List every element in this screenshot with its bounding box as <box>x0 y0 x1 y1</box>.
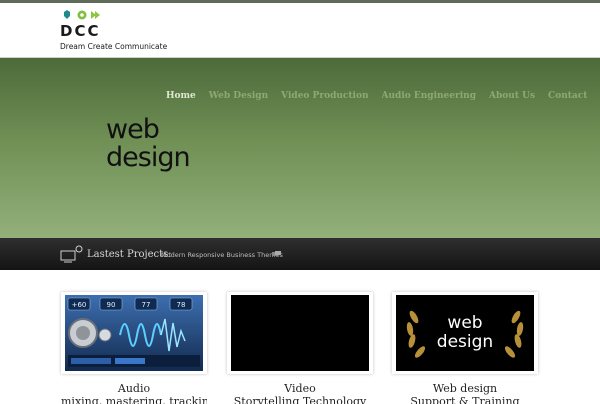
latest-projects-label: Lastest Projects: <box>87 249 172 260</box>
site-header: DCC Dream Create Communicate <box>0 3 600 58</box>
slides-icon <box>272 251 281 256</box>
audio-thumbnail[interactable]: +60 90 77 78 <box>65 295 203 371</box>
hero-banner: Home Web Design Video Production Audio E… <box>0 58 600 238</box>
audio-readout-4: 78 <box>177 301 186 309</box>
audio-title: Audio <box>117 382 151 395</box>
monitor-icon <box>60 245 83 263</box>
video-thumbnail[interactable] <box>231 295 369 371</box>
nav-item-video-production[interactable]: Video Production <box>281 91 368 101</box>
latest-projects-bar: Lastest Projects: Modern Responsive Busi… <box>0 238 600 270</box>
laurel-wreath-icon: web design <box>406 310 524 358</box>
web-design-title: Web design <box>432 382 498 395</box>
web-design-caption: Web design Support & Training <box>392 382 538 404</box>
web-design-card[interactable]: web design <box>392 292 538 374</box>
video-title: Video <box>284 382 316 395</box>
hero-title: web design <box>106 114 191 173</box>
audio-readout-3: 77 <box>142 301 151 309</box>
badge-text-line1: web <box>447 313 482 333</box>
main-nav: Home Web Design Video Production Audio E… <box>166 91 600 101</box>
nav-item-audio-engineering[interactable]: Audio Engineering <box>382 91 476 101</box>
brand-tagline: Dream Create Communicate <box>60 42 168 51</box>
nav-item-web-design[interactable]: Web Design <box>209 91 268 101</box>
audio-readout-1: +60 <box>72 301 87 309</box>
audio-mixer-image: +60 90 77 78 <box>65 295 203 371</box>
nav-item-home[interactable]: Home <box>166 91 196 101</box>
site-logo[interactable]: DCC Dream Create Communicate <box>60 9 200 54</box>
video-card[interactable] <box>227 292 373 374</box>
brand-name: DCC <box>60 22 101 40</box>
audio-readout-2: 90 <box>107 301 116 309</box>
latest-project-link[interactable]: Modern Responsive Business Themes <box>161 251 283 259</box>
logo-gears-icon <box>64 10 100 20</box>
badge-text-line2: design <box>437 332 493 352</box>
nav-item-contact[interactable]: Contact <box>548 91 587 101</box>
nav-item-about-us[interactable]: About Us <box>489 91 535 101</box>
video-caption: Video Storytelling Technology <box>227 382 373 404</box>
services-section: +60 90 77 78 Audio mixing, mastering, tr… <box>0 270 600 404</box>
web-design-thumbnail[interactable]: web design <box>396 295 534 371</box>
audio-card[interactable]: +60 90 77 78 <box>61 292 207 374</box>
audio-caption: Audio mixing, mastering, tracking <box>61 382 207 404</box>
